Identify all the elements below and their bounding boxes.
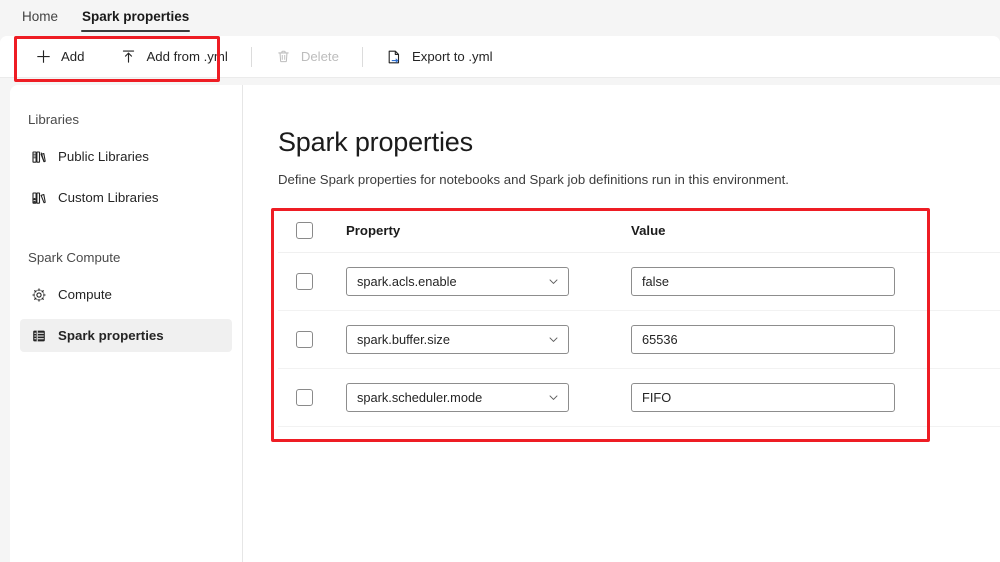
value-input-text: false bbox=[642, 274, 669, 289]
row-select-cell bbox=[278, 389, 346, 406]
sidebar: Libraries Public Libraries bbox=[10, 85, 243, 562]
add-button[interactable]: Add bbox=[24, 42, 95, 72]
row-checkbox[interactable] bbox=[296, 273, 313, 290]
add-from-yml-button[interactable]: Add from .yml bbox=[109, 42, 238, 72]
value-cell: false bbox=[631, 267, 1000, 296]
tab-strip: Home Spark properties bbox=[0, 0, 1000, 38]
books-icon bbox=[30, 148, 47, 165]
value-cell: 65536 bbox=[631, 325, 1000, 354]
content-panel: Libraries Public Libraries bbox=[10, 85, 1000, 562]
property-dropdown-value: spark.scheduler.mode bbox=[357, 390, 482, 405]
value-cell: FIFO bbox=[631, 383, 1000, 412]
row-checkbox[interactable] bbox=[296, 389, 313, 406]
page-title: Spark properties bbox=[278, 85, 1000, 158]
property-dropdown[interactable]: spark.acls.enable bbox=[346, 267, 569, 296]
tab-home-label: Home bbox=[22, 9, 58, 24]
header-select-all-cell bbox=[278, 222, 346, 239]
value-input[interactable]: 65536 bbox=[631, 325, 895, 354]
property-dropdown-value: spark.buffer.size bbox=[357, 332, 450, 347]
value-input[interactable]: false bbox=[631, 267, 895, 296]
list-table-icon bbox=[30, 327, 47, 344]
sidebar-item-public-libraries-label: Public Libraries bbox=[58, 149, 149, 164]
page-description: Define Spark properties for notebooks an… bbox=[278, 172, 1000, 187]
value-input-text: FIFO bbox=[642, 390, 671, 405]
books-person-icon bbox=[30, 189, 47, 206]
command-bar: Add Add from .yml Delete bbox=[0, 36, 1000, 78]
chevron-down-icon bbox=[547, 276, 559, 288]
toolbar-divider-2 bbox=[362, 47, 363, 67]
property-cell: spark.buffer.size bbox=[346, 325, 631, 354]
column-header-property: Property bbox=[346, 223, 631, 238]
property-dropdown[interactable]: spark.scheduler.mode bbox=[346, 383, 569, 412]
delete-button-label: Delete bbox=[301, 49, 339, 64]
table-row: spark.acls.enable false bbox=[278, 253, 1000, 311]
add-button-label: Add bbox=[61, 49, 84, 64]
tab-spark-properties[interactable]: Spark properties bbox=[70, 0, 201, 34]
tab-home[interactable]: Home bbox=[10, 0, 70, 34]
sidebar-item-spark-properties-label: Spark properties bbox=[58, 328, 164, 343]
sidebar-item-custom-libraries-label: Custom Libraries bbox=[58, 190, 159, 205]
value-input[interactable]: FIFO bbox=[631, 383, 895, 412]
gear-icon bbox=[30, 286, 47, 303]
main-content: Spark properties Define Spark properties… bbox=[243, 85, 1000, 562]
row-select-cell bbox=[278, 331, 346, 348]
table-row: spark.buffer.size 65536 bbox=[278, 311, 1000, 369]
property-cell: spark.scheduler.mode bbox=[346, 383, 631, 412]
add-from-yml-button-label: Add from .yml bbox=[146, 49, 227, 64]
delete-button[interactable]: Delete bbox=[264, 42, 350, 72]
export-document-icon bbox=[386, 48, 403, 65]
trash-icon bbox=[275, 48, 292, 65]
row-checkbox[interactable] bbox=[296, 331, 313, 348]
sidebar-item-custom-libraries[interactable]: Custom Libraries bbox=[20, 181, 232, 214]
sidebar-group-libraries-label: Libraries bbox=[10, 112, 242, 127]
chevron-down-icon bbox=[547, 392, 559, 404]
toolbar-divider-1 bbox=[251, 47, 252, 67]
sidebar-item-compute[interactable]: Compute bbox=[20, 278, 232, 311]
table-header-row: Property Value bbox=[278, 209, 1000, 253]
sidebar-item-compute-label: Compute bbox=[58, 287, 112, 302]
column-header-value: Value bbox=[631, 223, 1000, 238]
row-select-cell bbox=[278, 273, 346, 290]
table-row: spark.scheduler.mode FIFO bbox=[278, 369, 1000, 427]
property-dropdown-value: spark.acls.enable bbox=[357, 274, 457, 289]
tab-spark-properties-label: Spark properties bbox=[82, 9, 189, 24]
select-all-checkbox[interactable] bbox=[296, 222, 313, 239]
sidebar-group-spark-compute-label: Spark Compute bbox=[10, 250, 242, 265]
upload-arrow-icon bbox=[120, 48, 137, 65]
sidebar-item-public-libraries[interactable]: Public Libraries bbox=[20, 140, 232, 173]
export-to-yml-button-label: Export to .yml bbox=[412, 49, 493, 64]
export-to-yml-button[interactable]: Export to .yml bbox=[375, 42, 504, 72]
plus-icon bbox=[35, 48, 52, 65]
property-dropdown[interactable]: spark.buffer.size bbox=[346, 325, 569, 354]
sidebar-item-spark-properties[interactable]: Spark properties bbox=[20, 319, 232, 352]
value-input-text: 65536 bbox=[642, 332, 678, 347]
property-cell: spark.acls.enable bbox=[346, 267, 631, 296]
chevron-down-icon bbox=[547, 334, 559, 346]
spark-properties-table: Property Value spark.acls.enable bbox=[278, 209, 1000, 427]
